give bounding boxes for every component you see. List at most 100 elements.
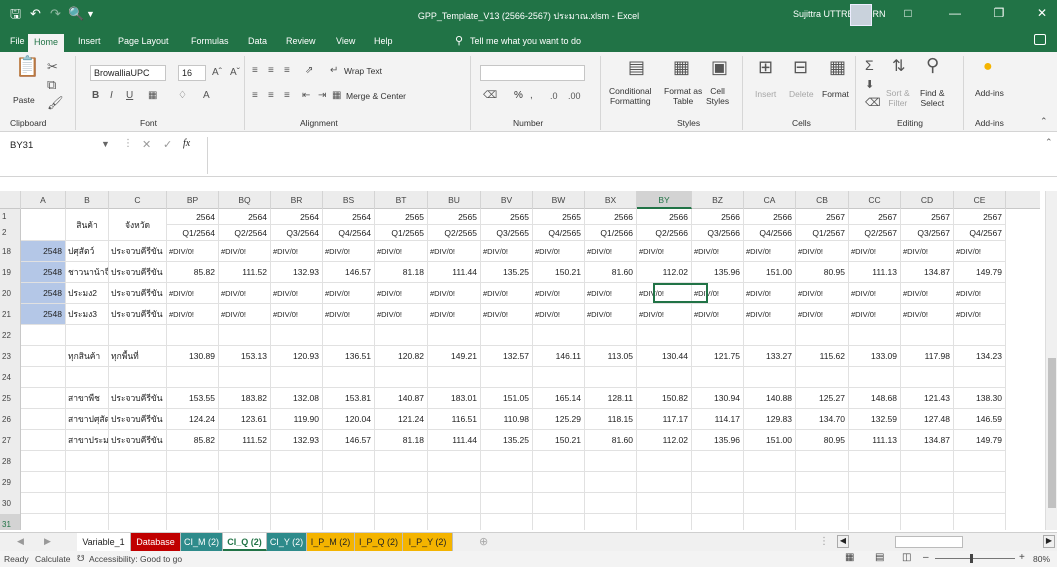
cell-quarter[interactable]: Q4/2567 bbox=[954, 225, 1006, 241]
cell-value[interactable]: #DIV/0! bbox=[585, 283, 637, 304]
avatar[interactable] bbox=[850, 4, 872, 26]
conditional-formatting-button[interactable]: Conditional Formatting bbox=[609, 86, 652, 106]
cell-province[interactable] bbox=[109, 451, 167, 472]
cell-quarter[interactable]: Q4/2564 bbox=[323, 225, 375, 241]
column-header-a[interactable]: A bbox=[21, 191, 66, 209]
conditional-formatting-icon[interactable]: ▤ bbox=[628, 58, 645, 76]
cell-value[interactable]: #DIV/0! bbox=[849, 241, 901, 262]
cell-a[interactable]: 2548 bbox=[21, 262, 66, 283]
column-header-br[interactable]: BR bbox=[271, 191, 323, 209]
tab-insert[interactable]: Insert bbox=[78, 36, 101, 46]
grow-font-icon[interactable]: Aˆ bbox=[212, 66, 222, 80]
cell-value[interactable] bbox=[428, 451, 481, 472]
cell-value[interactable]: 117.98 bbox=[901, 346, 954, 367]
cell-value[interactable]: #DIV/0! bbox=[375, 304, 428, 325]
cell-value[interactable]: #DIV/0! bbox=[901, 241, 954, 262]
align-bottom-icon[interactable]: ≡ bbox=[284, 64, 290, 78]
cell-value[interactable]: 135.96 bbox=[692, 262, 744, 283]
column-header-cc[interactable]: CC bbox=[849, 191, 901, 209]
cell-value[interactable]: 127.48 bbox=[901, 409, 954, 430]
sort-filter-icon[interactable]: ⇅ bbox=[892, 59, 905, 75]
cell-province-label[interactable]: จังหวัด bbox=[109, 209, 167, 241]
cell-value[interactable] bbox=[796, 493, 849, 514]
cell-value[interactable]: 81.18 bbox=[375, 430, 428, 451]
cell-value[interactable] bbox=[428, 514, 481, 530]
sheet-grid[interactable]: 1 2 สินค้า จังหวัด 2564 Q1/2564 2564 Q2/2564 256… bbox=[0, 209, 1040, 530]
row-header[interactable]: 18 bbox=[0, 241, 21, 262]
cell-province[interactable]: ประจวบคีรีขัน bbox=[109, 388, 167, 409]
horizontal-scrollbar[interactable] bbox=[895, 536, 963, 548]
cell-value[interactable]: #DIV/0! bbox=[323, 283, 375, 304]
cell-a[interactable] bbox=[21, 409, 66, 430]
cell-value[interactable] bbox=[167, 514, 219, 530]
cell-value[interactable]: #DIV/0! bbox=[796, 241, 849, 262]
column-header-ce[interactable]: CE bbox=[954, 191, 1006, 209]
cell-province[interactable]: ประจวบคีรีขัน bbox=[109, 304, 167, 325]
insert-function-icon[interactable]: fx bbox=[183, 138, 190, 149]
cell-value[interactable]: 146.57 bbox=[323, 262, 375, 283]
cell-value[interactable]: 150.21 bbox=[533, 430, 585, 451]
cell-value[interactable]: #DIV/0! bbox=[375, 283, 428, 304]
cell-value[interactable]: #DIV/0! bbox=[323, 304, 375, 325]
cell-quarter[interactable]: Q1/2567 bbox=[796, 225, 849, 241]
font-color-icon[interactable]: A bbox=[203, 89, 210, 103]
cell-value[interactable]: #DIV/0! bbox=[428, 304, 481, 325]
cell-value[interactable]: 132.59 bbox=[849, 409, 901, 430]
expand-formula-icon[interactable]: ⌃ bbox=[1045, 137, 1053, 148]
namebox-dropdown-icon[interactable]: ▼ bbox=[101, 139, 110, 149]
cell-value[interactable] bbox=[219, 472, 271, 493]
cell-value[interactable]: 112.02 bbox=[637, 262, 692, 283]
format-as-table-icon[interactable]: ▦ bbox=[673, 58, 690, 76]
cell-value[interactable] bbox=[167, 472, 219, 493]
status-calculate[interactable]: Calculate bbox=[35, 554, 70, 564]
cell-quarter[interactable]: Q1/2566 bbox=[585, 225, 637, 241]
cell-value[interactable]: 140.87 bbox=[375, 388, 428, 409]
cell-value[interactable]: 81.60 bbox=[585, 430, 637, 451]
column-header-by[interactable]: BY bbox=[637, 191, 692, 209]
zoom-out-icon[interactable]: – bbox=[923, 552, 929, 563]
cell-value[interactable] bbox=[637, 472, 692, 493]
cell-value[interactable] bbox=[167, 325, 219, 346]
cell-value[interactable]: #DIV/0! bbox=[954, 283, 1006, 304]
cell-value[interactable] bbox=[375, 472, 428, 493]
cell-product[interactable]: ชาวนาน้าจืด bbox=[66, 262, 109, 283]
cell-province[interactable] bbox=[109, 514, 167, 530]
cell-year[interactable]: 2567 bbox=[849, 209, 901, 225]
cell-product[interactable] bbox=[66, 493, 109, 514]
cell-a[interactable]: 2548 bbox=[21, 241, 66, 262]
cell-year[interactable]: 2564 bbox=[167, 209, 219, 225]
new-sheet-icon[interactable]: ⊕ bbox=[479, 535, 488, 548]
cell-value[interactable]: 124.24 bbox=[167, 409, 219, 430]
cell-value[interactable]: 111.44 bbox=[428, 262, 481, 283]
column-header-ca[interactable]: CA bbox=[744, 191, 796, 209]
column-header-bp[interactable]: BP bbox=[167, 191, 219, 209]
close-icon[interactable]: ✕ bbox=[1030, 6, 1054, 20]
cell-a[interactable] bbox=[21, 346, 66, 367]
comments-icon[interactable] bbox=[1034, 34, 1046, 45]
cell-value[interactable]: 128.11 bbox=[585, 388, 637, 409]
column-header-bx[interactable]: BX bbox=[585, 191, 637, 209]
row-header[interactable]: 24 bbox=[0, 367, 21, 388]
cell-product[interactable]: ทุกสินค้า bbox=[66, 346, 109, 367]
cell-value[interactable]: 120.93 bbox=[271, 346, 323, 367]
cell-value[interactable]: #DIV/0! bbox=[901, 304, 954, 325]
cell-year[interactable]: 2566 bbox=[637, 209, 692, 225]
find-select-button[interactable]: Find & Select bbox=[920, 88, 945, 108]
cell-value[interactable] bbox=[375, 325, 428, 346]
column-header-b[interactable]: B bbox=[66, 191, 109, 209]
merge-center-button[interactable]: Merge & Center bbox=[346, 91, 406, 101]
cell-value[interactable]: 118.15 bbox=[585, 409, 637, 430]
cell-value[interactable] bbox=[585, 472, 637, 493]
cell-year[interactable]: 2564 bbox=[323, 209, 375, 225]
cell-value[interactable]: #DIV/0! bbox=[744, 283, 796, 304]
cell-value[interactable] bbox=[585, 493, 637, 514]
cell-value[interactable] bbox=[323, 367, 375, 388]
shrink-font-icon[interactable]: Aˇ bbox=[230, 66, 240, 80]
name-box[interactable]: BY31 bbox=[8, 138, 93, 154]
scroll-right-icon[interactable]: ▶ bbox=[1043, 535, 1055, 548]
cell-year[interactable]: 2564 bbox=[219, 209, 271, 225]
cell-a-header[interactable] bbox=[21, 209, 66, 241]
find-select-icon[interactable]: ⚲ bbox=[926, 56, 939, 74]
formula-input[interactable] bbox=[207, 137, 1042, 174]
cell-value[interactable]: 136.51 bbox=[323, 346, 375, 367]
